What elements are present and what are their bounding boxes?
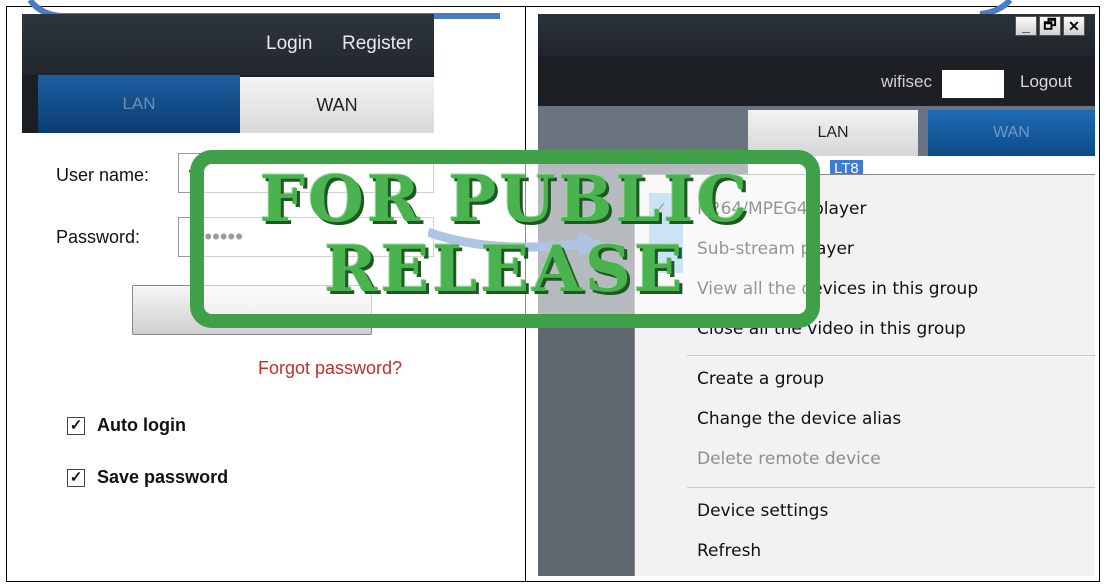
redaction-box — [942, 70, 1004, 98]
close-icon[interactable]: ✕ — [1063, 16, 1085, 36]
save-password-row[interactable]: ✓ Save password — [67, 467, 228, 488]
menu-separator — [687, 487, 1095, 488]
menu-separator — [687, 355, 1095, 356]
logout-link[interactable]: Logout — [1020, 72, 1072, 92]
window-titlebar: _ 🗗 ✕ — [538, 14, 1095, 56]
login-header: Login Register — [22, 14, 434, 75]
password-label: Password: — [56, 227, 141, 247]
device-tabs: LAN WAN — [538, 106, 1095, 156]
public-release-stamp: FOR PUBLIC RELEASE — [190, 150, 820, 328]
save-password-checkbox[interactable]: ✓ — [67, 468, 85, 487]
minimize-icon[interactable]: _ — [1015, 16, 1037, 36]
login-tabs: LAN WAN — [22, 75, 434, 133]
username-label: User name: — [56, 165, 150, 185]
tab-wan[interactable]: WAN — [240, 77, 434, 133]
username-display: wifisec — [881, 72, 933, 91]
menu-item-device-settings[interactable]: Device settings — [697, 501, 828, 521]
tab-wan-right[interactable]: WAN — [928, 110, 1095, 156]
auto-login-checkbox[interactable]: ✓ — [67, 416, 85, 435]
user-bar: wifisec Logout — [538, 56, 1095, 106]
stamp-line-1: FOR PUBLIC — [259, 162, 751, 237]
auto-login-row[interactable]: ✓ Auto login — [67, 415, 186, 436]
window-controls: _ 🗗 ✕ — [1015, 16, 1085, 36]
register-link[interactable]: Register — [342, 33, 413, 55]
menu-item-delete-remote-device: Delete remote device — [697, 449, 881, 469]
auto-login-label: Auto login — [97, 415, 186, 435]
menu-item-create-group[interactable]: Create a group — [697, 369, 824, 389]
save-password-label: Save password — [97, 467, 229, 487]
menu-item-change-alias[interactable]: Change the device alias — [697, 409, 901, 429]
forgot-password-link[interactable]: Forgot password? — [258, 358, 402, 379]
tab-lan[interactable]: LAN — [38, 75, 240, 133]
restore-icon[interactable]: 🗗 — [1039, 16, 1061, 36]
stamp-line-2: RELEASE — [324, 232, 686, 307]
login-link[interactable]: Login — [266, 33, 313, 55]
menu-item-refresh[interactable]: Refresh — [697, 541, 761, 561]
